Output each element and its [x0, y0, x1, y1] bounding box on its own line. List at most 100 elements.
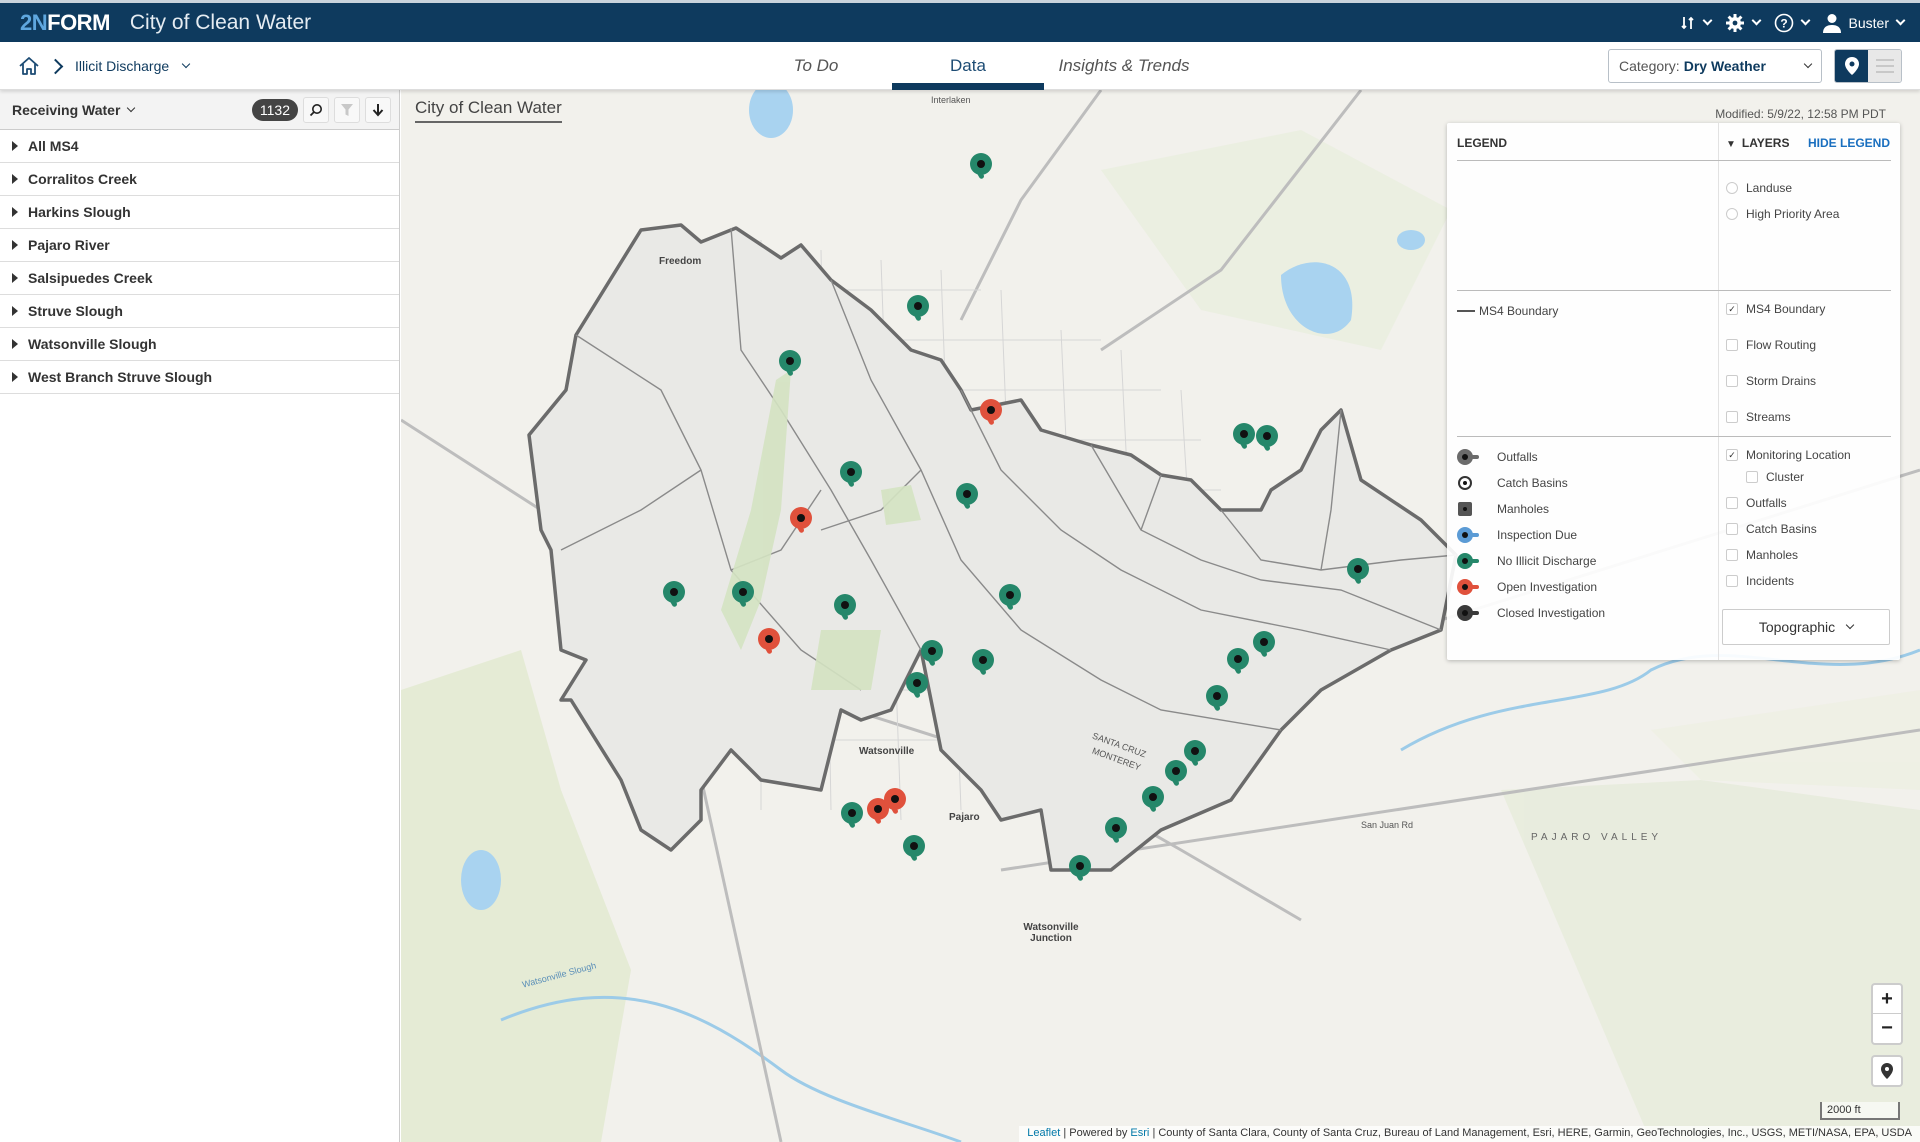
list-item-west-branch-struve-slough[interactable]: West Branch Struve Slough: [0, 361, 399, 394]
tab-insights-trends[interactable]: Insights & Trends: [1044, 42, 1204, 90]
marker-open-investigation[interactable]: [790, 507, 812, 534]
checkbox[interactable]: [1726, 523, 1738, 535]
app-logo[interactable]: 2N FORM: [20, 10, 110, 36]
radio-button[interactable]: [1726, 208, 1738, 220]
marker-no-illicit-discharge[interactable]: [841, 802, 863, 829]
hide-legend-link[interactable]: HIDE LEGEND: [1808, 136, 1890, 150]
marker-no-illicit-discharge[interactable]: [1233, 423, 1255, 450]
list-item-salsipuedes-creek[interactable]: Salsipuedes Creek: [0, 262, 399, 295]
marker-no-illicit-discharge[interactable]: [732, 581, 754, 608]
layer-outfalls[interactable]: Outfalls: [1726, 496, 1787, 510]
marker-no-illicit-discharge[interactable]: [1227, 648, 1249, 675]
settings-menu-button[interactable]: [1725, 13, 1761, 33]
marker-no-illicit-discharge[interactable]: [907, 295, 929, 322]
marker-no-illicit-discharge[interactable]: [1069, 855, 1091, 882]
marker-no-illicit-discharge[interactable]: [956, 483, 978, 510]
sub-navigation: Illicit Discharge To Do Data Insights & …: [0, 42, 1920, 90]
marker-no-illicit-discharge[interactable]: [779, 350, 801, 377]
list-item-struve-slough[interactable]: Struve Slough: [0, 295, 399, 328]
app-title: City of Clean Water: [129, 10, 312, 34]
download-button[interactable]: [365, 96, 391, 123]
leaflet-link[interactable]: Leaflet: [1027, 1127, 1060, 1139]
chevron-down-icon: [1845, 620, 1855, 630]
marker-no-illicit-discharge[interactable]: [1105, 817, 1127, 844]
marker-open-investigation[interactable]: [884, 788, 906, 815]
checkbox[interactable]: [1726, 497, 1738, 509]
layer-incidents[interactable]: Incidents: [1726, 574, 1794, 588]
marker-open-investigation[interactable]: [980, 399, 1002, 426]
marker-no-illicit-discharge[interactable]: [663, 581, 685, 608]
tab-data[interactable]: Data: [892, 42, 1044, 90]
marker-no-illicit-discharge[interactable]: [1253, 631, 1275, 658]
help-menu-button[interactable]: ?: [1774, 13, 1810, 33]
layer-manholes[interactable]: Manholes: [1726, 548, 1798, 562]
marker-no-illicit-discharge[interactable]: [1165, 760, 1187, 787]
legend-item-open-investigation: Open Investigation: [1457, 579, 1597, 595]
marker-pin-icon: [1347, 558, 1369, 580]
list-item-label: West Branch Struve Slough: [28, 369, 213, 385]
radio-button[interactable]: [1726, 182, 1738, 194]
layer-ms4-boundary[interactable]: ✓ MS4 Boundary: [1726, 302, 1825, 316]
marker-no-illicit-discharge[interactable]: [999, 584, 1021, 611]
boundary-line-icon: [1457, 310, 1475, 312]
checkbox[interactable]: [1726, 549, 1738, 561]
basemap-select[interactable]: Topographic: [1722, 609, 1890, 645]
marker-no-illicit-discharge[interactable]: [1184, 740, 1206, 767]
layer-landuse[interactable]: Landuse: [1726, 181, 1792, 195]
list-view-button[interactable]: [1868, 50, 1901, 82]
checkbox-checked[interactable]: ✓: [1726, 449, 1738, 461]
marker-no-illicit-discharge[interactable]: [834, 594, 856, 621]
layer-monitoring-location[interactable]: ✓ Monitoring Location: [1726, 448, 1851, 462]
marker-open-investigation[interactable]: [758, 628, 780, 655]
map-view[interactable]: Freedom Watsonville Pajaro Watsonville J…: [401, 90, 1920, 1142]
map-title: City of Clean Water: [415, 98, 562, 123]
chevron-down-icon: [1800, 15, 1810, 26]
layer-high-priority-area[interactable]: High Priority Area: [1726, 207, 1839, 221]
breadcrumb-current[interactable]: Illicit Discharge: [75, 58, 169, 74]
checkbox[interactable]: [1726, 375, 1738, 387]
list-item-label: All MS4: [28, 138, 79, 154]
home-icon[interactable]: [18, 56, 40, 76]
marker-pin-icon: [906, 672, 928, 694]
zoom-in-button[interactable]: +: [1873, 985, 1901, 1014]
esri-link[interactable]: Esri: [1130, 1127, 1149, 1139]
marker-no-illicit-discharge[interactable]: [1142, 786, 1164, 813]
layer-flow-routing[interactable]: Flow Routing: [1726, 338, 1816, 352]
category-select[interactable]: Category: Dry Weather: [1608, 49, 1822, 83]
marker-no-illicit-discharge[interactable]: [903, 835, 925, 862]
list-item-all-ms4[interactable]: All MS4: [0, 130, 399, 163]
checkbox[interactable]: [1726, 411, 1738, 423]
map-view-button[interactable]: [1835, 50, 1868, 82]
layer-cluster[interactable]: Cluster: [1746, 470, 1804, 484]
marker-no-illicit-discharge[interactable]: [970, 153, 992, 180]
attribution-sources: County of Santa Clara, County of Santa C…: [1158, 1127, 1912, 1139]
zoom-out-button[interactable]: −: [1873, 1014, 1901, 1043]
layer-streams[interactable]: Streams: [1726, 410, 1791, 424]
list-item-harkins-slough[interactable]: Harkins Slough: [0, 196, 399, 229]
marker-no-illicit-discharge[interactable]: [1347, 558, 1369, 585]
checkbox[interactable]: [1726, 339, 1738, 351]
marker-no-illicit-discharge[interactable]: [921, 640, 943, 667]
list-item-watsonville-slough[interactable]: Watsonville Slough: [0, 328, 399, 361]
layer-catch-basins[interactable]: Catch Basins: [1726, 522, 1817, 536]
sort-menu-button[interactable]: [1680, 15, 1712, 31]
checkbox-checked[interactable]: ✓: [1726, 303, 1738, 315]
marker-no-illicit-discharge[interactable]: [1256, 425, 1278, 452]
user-menu-button[interactable]: Buster: [1822, 13, 1906, 33]
receiving-water-dropdown[interactable]: Receiving Water: [12, 102, 136, 118]
layers-toggle[interactable]: ▼ LAYERS: [1726, 136, 1789, 150]
list-item-corralitos-creek[interactable]: Corralitos Creek: [0, 163, 399, 196]
list-item-pajaro-river[interactable]: Pajaro River: [0, 229, 399, 262]
marker-no-illicit-discharge[interactable]: [906, 672, 928, 699]
search-button[interactable]: [303, 96, 329, 123]
checkbox[interactable]: [1746, 471, 1758, 483]
chevron-down-icon[interactable]: [181, 59, 191, 69]
locate-button[interactable]: [1871, 1055, 1903, 1087]
filter-button[interactable]: [334, 96, 360, 123]
tab-to-do[interactable]: To Do: [740, 42, 892, 90]
layer-storm-drains[interactable]: Storm Drains: [1726, 374, 1816, 388]
checkbox[interactable]: [1726, 575, 1738, 587]
marker-no-illicit-discharge[interactable]: [1206, 685, 1228, 712]
marker-no-illicit-discharge[interactable]: [840, 461, 862, 488]
marker-no-illicit-discharge[interactable]: [972, 649, 994, 676]
